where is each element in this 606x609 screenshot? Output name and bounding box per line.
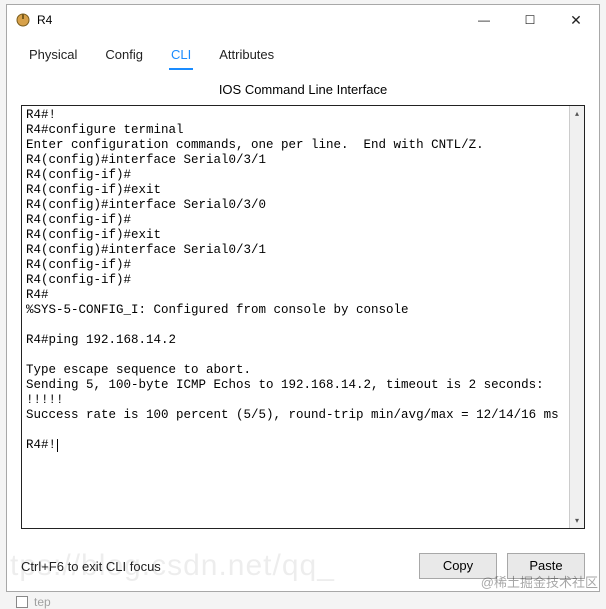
scroll-up-arrow-icon[interactable]: ▴	[570, 106, 584, 121]
focus-hint: Ctrl+F6 to exit CLI focus	[21, 559, 409, 574]
close-button[interactable]: ✕	[553, 5, 599, 35]
tab-config[interactable]: Config	[103, 43, 145, 70]
checkbox-icon	[16, 596, 28, 608]
checkbox-label: tep	[34, 595, 51, 609]
text-caret	[57, 439, 58, 452]
tab-cli[interactable]: CLI	[169, 43, 193, 70]
terminal-container: R4#! R4#configure terminal Enter configu…	[21, 105, 585, 529]
window-title: R4	[37, 13, 461, 27]
terminal-text: R4#! R4#configure terminal Enter configu…	[26, 108, 559, 452]
maximize-button[interactable]: ☐	[507, 5, 553, 35]
copy-button[interactable]: Copy	[419, 553, 497, 579]
tab-physical[interactable]: Physical	[27, 43, 79, 70]
titlebar: R4 — ☐ ✕	[7, 5, 599, 35]
paste-button[interactable]: Paste	[507, 553, 585, 579]
scroll-down-arrow-icon[interactable]: ▾	[570, 513, 584, 528]
panel-footer: Ctrl+F6 to exit CLI focus Copy Paste	[7, 543, 599, 591]
panel-title: IOS Command Line Interface	[21, 82, 585, 97]
window-controls: — ☐ ✕	[461, 5, 599, 35]
watermark-checkbox-row: tep	[16, 595, 51, 609]
app-icon	[15, 12, 31, 28]
terminal-output[interactable]: R4#! R4#configure terminal Enter configu…	[22, 106, 569, 528]
minimize-button[interactable]: —	[461, 5, 507, 35]
cli-panel: IOS Command Line Interface R4#! R4#confi…	[7, 70, 599, 543]
tab-attributes[interactable]: Attributes	[217, 43, 276, 70]
app-window: R4 — ☐ ✕ Physical Config CLI Attributes …	[6, 4, 600, 592]
tab-bar: Physical Config CLI Attributes	[7, 35, 599, 70]
vertical-scrollbar[interactable]: ▴ ▾	[569, 106, 584, 528]
